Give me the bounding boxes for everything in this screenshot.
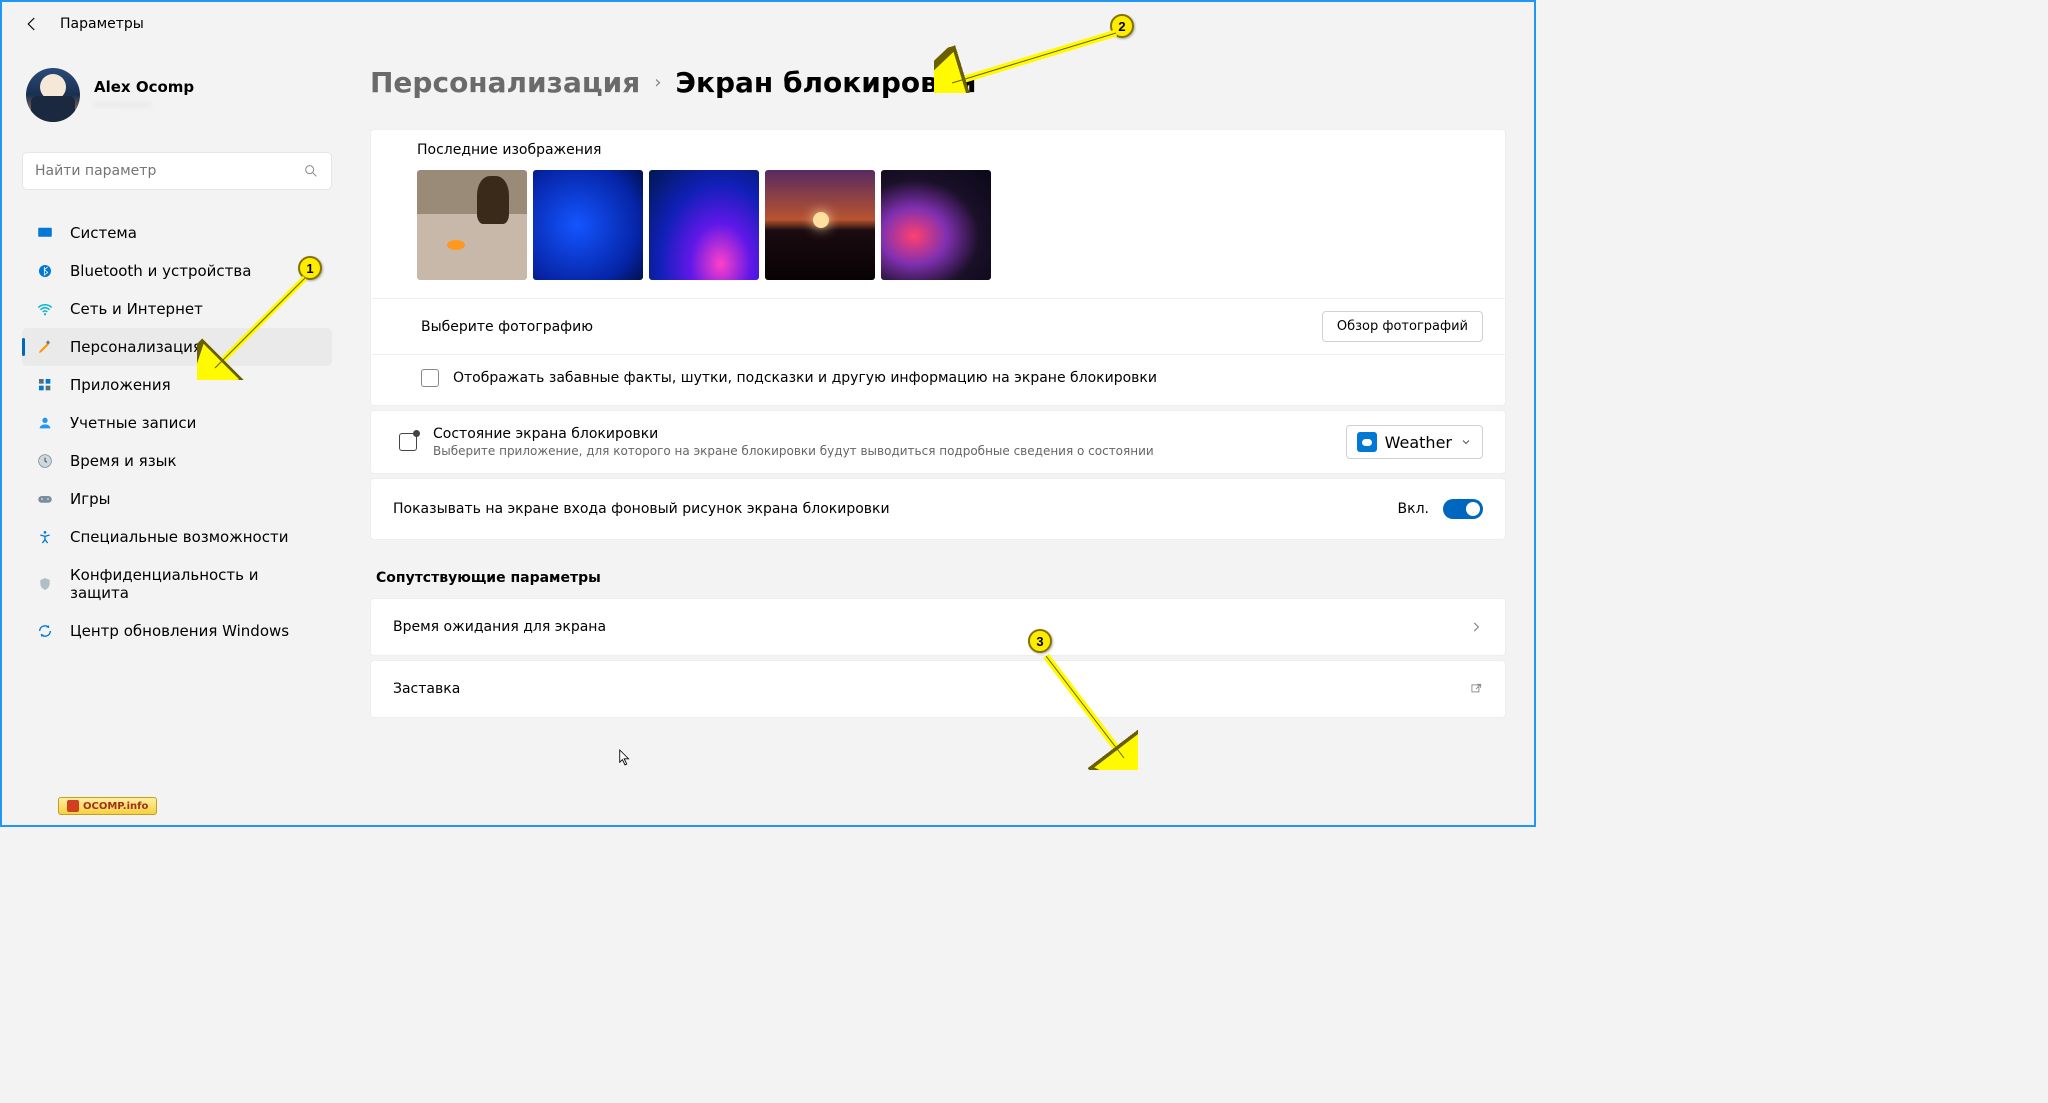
thumb-item[interactable] [417,170,527,280]
cursor-icon [618,748,632,766]
thumb-item[interactable] [649,170,759,280]
nav-label: Время и язык [70,452,177,470]
system-icon [36,224,54,242]
signin-bg-card: Показывать на экране входа фоновый рисун… [370,478,1506,540]
toggle-state: Вкл. [1398,501,1429,517]
nav-label: Игры [70,490,110,508]
thumb-item[interactable] [765,170,875,280]
status-app-label: Weather [1385,433,1452,452]
signin-bg-label: Показывать на экране входа фоновый рисун… [393,501,890,517]
update-icon [36,622,54,640]
facts-label: Отображать забавные факты, шутки, подска… [453,370,1157,386]
page-title: Экран блокировки [675,66,976,99]
signin-bg-toggle[interactable] [1443,499,1483,519]
external-link-icon [1469,682,1483,696]
facts-row[interactable]: Отображать забавные факты, шутки, подска… [371,354,1505,405]
weather-icon [1357,432,1377,452]
user-email: ············ [94,98,194,112]
nav-label: Приложения [70,376,171,394]
nav-item-gaming[interactable]: Игры [22,480,332,518]
browse-button[interactable]: Обзор фотографий [1322,311,1483,342]
status-desc: Выберите приложение, для которого на экр… [433,444,1330,458]
choose-label: Выберите фотографию [421,319,593,335]
nav-item-accounts[interactable]: Учетные записи [22,404,332,442]
recent-card: Последние изображения Выберите фотографи… [370,129,1506,406]
user-profile[interactable]: Alex Ocomp ············ [22,60,332,142]
choose-photo-row: Выберите фотографию Обзор фотографий [371,298,1505,354]
paint-icon [36,338,54,356]
link-screen-timeout[interactable]: Время ожидания для экрана [370,598,1506,656]
thumb-item[interactable] [533,170,643,280]
nav-list: Система Bluetooth и устройства Сеть и Ин… [22,214,332,650]
nav-item-network[interactable]: Сеть и Интернет [22,290,332,328]
chevron-right-icon: › [654,72,661,93]
nav-item-time[interactable]: Время и язык [22,442,332,480]
nav-label: Центр обновления Windows [70,622,289,640]
arrow-left-icon [23,15,41,33]
status-icon [399,433,417,451]
link-label: Заставка [393,681,460,697]
bluetooth-icon [36,262,54,280]
nav-label: Конфиденциальность и защита [70,566,318,602]
clock-icon [36,452,54,470]
apps-icon [36,376,54,394]
search-input[interactable] [35,163,303,179]
status-title: Состояние экрана блокировки [433,426,1330,442]
nav-item-personalization[interactable]: Персонализация [22,328,332,366]
main-content: Персонализация › Экран блокировки Послед… [342,46,1534,825]
chevron-down-icon [1460,436,1472,448]
link-label: Время ожидания для экрана [393,619,606,635]
search-box[interactable] [22,152,332,190]
thumb-item[interactable] [881,170,991,280]
facts-checkbox[interactable] [421,369,439,387]
wifi-icon [36,300,54,318]
nav-item-privacy[interactable]: Конфиденциальность и защита [22,556,332,612]
nav-item-system[interactable]: Система [22,214,332,252]
chevron-right-icon [1469,620,1483,634]
nav-label: Учетные записи [70,414,196,432]
avatar [26,68,80,122]
breadcrumb-parent[interactable]: Персонализация [370,66,640,99]
nav-label: Персонализация [70,338,202,356]
gamepad-icon [36,490,54,508]
nav-item-apps[interactable]: Приложения [22,366,332,404]
status-card: Состояние экрана блокировки Выберите при… [370,410,1506,474]
nav-item-accessibility[interactable]: Специальные возможности [22,518,332,556]
nav-label: Система [70,224,137,242]
user-icon [36,414,54,432]
nav-label: Специальные возможности [70,528,288,546]
nav-label: Bluetooth и устройства [70,262,251,280]
nav-label: Сеть и Интернет [70,300,203,318]
link-screensaver[interactable]: Заставка [370,660,1506,718]
sidebar: Alex Ocomp ············ Система Bluetoot… [2,46,342,825]
breadcrumb: Персонализация › Экран блокировки [370,66,1506,99]
recent-label: Последние изображения [417,130,1505,158]
back-button[interactable] [22,14,42,34]
watermark: OCOMP.info [58,797,157,815]
status-app-dropdown[interactable]: Weather [1346,425,1483,459]
search-icon [303,163,319,179]
nav-item-bluetooth[interactable]: Bluetooth и устройства [22,252,332,290]
nav-item-update[interactable]: Центр обновления Windows [22,612,332,650]
accessibility-icon [36,528,54,546]
recent-thumbs [417,170,1505,280]
shield-icon [36,575,54,593]
user-name: Alex Ocomp [94,78,194,96]
related-header: Сопутствующие параметры [376,570,1506,586]
window-title: Параметры [60,16,144,32]
